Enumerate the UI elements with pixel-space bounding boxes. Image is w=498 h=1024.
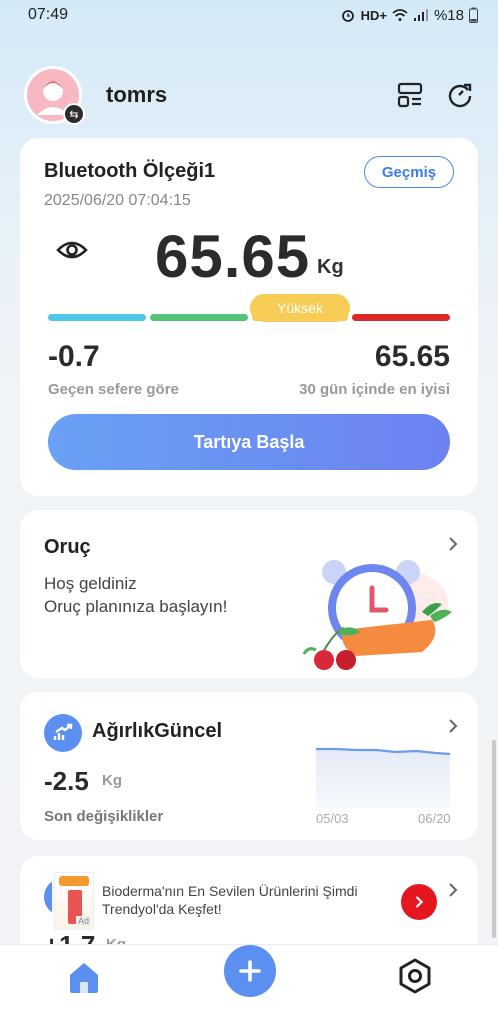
add-icon bbox=[239, 960, 261, 982]
change-label: Geçen sefere göre bbox=[48, 381, 179, 398]
best-value: 65.65 bbox=[374, 340, 450, 373]
range-bar-normal bbox=[150, 314, 248, 321]
header-actions bbox=[396, 81, 474, 109]
add-button[interactable] bbox=[224, 945, 276, 997]
weight-value: 65.65 bbox=[155, 223, 311, 290]
avatar[interactable]: ⇆ bbox=[24, 66, 85, 125]
username: tomrs bbox=[106, 82, 168, 107]
home-icon[interactable] bbox=[64, 957, 104, 997]
change-value: -0.7 bbox=[48, 340, 100, 373]
chevron-right-icon bbox=[415, 896, 424, 908]
weight-unit: Kg bbox=[317, 256, 344, 278]
alarm-icon bbox=[341, 10, 354, 22]
clock-illustration bbox=[302, 560, 452, 670]
start-weighing-button[interactable]: Tartıya Başla bbox=[48, 414, 450, 470]
recent-change-unit: Kg bbox=[102, 772, 122, 789]
fasting-card[interactable]: Oruç Hoş geldiniz Oruç planınıza başlayı… bbox=[20, 510, 478, 678]
header: ⇆ tomrs bbox=[0, 62, 498, 128]
device-name: Bluetooth Ölçeği1 bbox=[44, 160, 216, 182]
chevron-right-icon[interactable] bbox=[446, 718, 460, 734]
trend-title: AğırlıkGüncel bbox=[92, 720, 223, 742]
layout-icon bbox=[397, 82, 423, 108]
layout-button[interactable] bbox=[396, 81, 424, 109]
scale-card: Bluetooth Ölçeği1 Geçmiş 2025/06/20 07:0… bbox=[20, 138, 478, 496]
chart-x-end: 06/20 bbox=[418, 811, 451, 826]
refresh-icon bbox=[448, 83, 472, 108]
ad-text: Bioderma'nın En Sevilen Ürünlerini Şimdi… bbox=[102, 883, 358, 917]
fasting-title: Oruç bbox=[44, 536, 91, 558]
measurement-timestamp: 2025/06/20 07:04:15 bbox=[44, 192, 191, 209]
recent-change-label: Son değişiklikler bbox=[44, 808, 164, 825]
signal-icon bbox=[413, 9, 428, 21]
switch-user-icon[interactable]: ⇆ bbox=[63, 103, 85, 125]
status-time: 07:49 bbox=[28, 6, 69, 23]
network-type: HD+ bbox=[360, 7, 387, 23]
wifi-icon bbox=[392, 9, 408, 21]
fasting-welcome: Hoş geldiniz bbox=[44, 574, 137, 593]
settings-icon[interactable] bbox=[394, 955, 436, 997]
ad-open-button[interactable] bbox=[401, 884, 437, 920]
refresh-button[interactable] bbox=[446, 81, 474, 109]
battery-icon bbox=[469, 7, 478, 23]
bottom-nav bbox=[0, 944, 498, 1024]
fasting-subtitle: Oruç planınıza başlayın! bbox=[44, 597, 228, 616]
status-bar: 07:49 HD+ %18 bbox=[0, 0, 498, 30]
eye-icon[interactable] bbox=[56, 236, 88, 264]
chevron-right-icon[interactable] bbox=[446, 882, 460, 898]
range-bar-low bbox=[48, 314, 146, 321]
best-label: 30 gün içinde en iyisi bbox=[299, 381, 450, 398]
status-badge: Yüksek bbox=[250, 294, 350, 322]
weight-trend-card[interactable]: AğırlıkGüncel -2.5 Kg Son değişiklikler … bbox=[20, 692, 478, 840]
trend-up-icon bbox=[44, 714, 82, 752]
battery-percent: %18 bbox=[433, 6, 464, 24]
trend-sparkline bbox=[316, 747, 451, 808]
history-button[interactable]: Geçmiş bbox=[364, 156, 454, 188]
range-bar-very-high bbox=[352, 314, 450, 321]
chart-x-start: 05/03 bbox=[316, 811, 349, 826]
ad-label: Ad bbox=[76, 916, 92, 926]
status-right: HD+ %18 bbox=[340, 7, 478, 24]
scrollbar[interactable] bbox=[492, 740, 496, 938]
ad-banner[interactable]: Ad Bioderma'nın En Sevilen Ürünlerini Şi… bbox=[52, 866, 448, 932]
recent-change-value: -2.5 bbox=[44, 766, 89, 796]
